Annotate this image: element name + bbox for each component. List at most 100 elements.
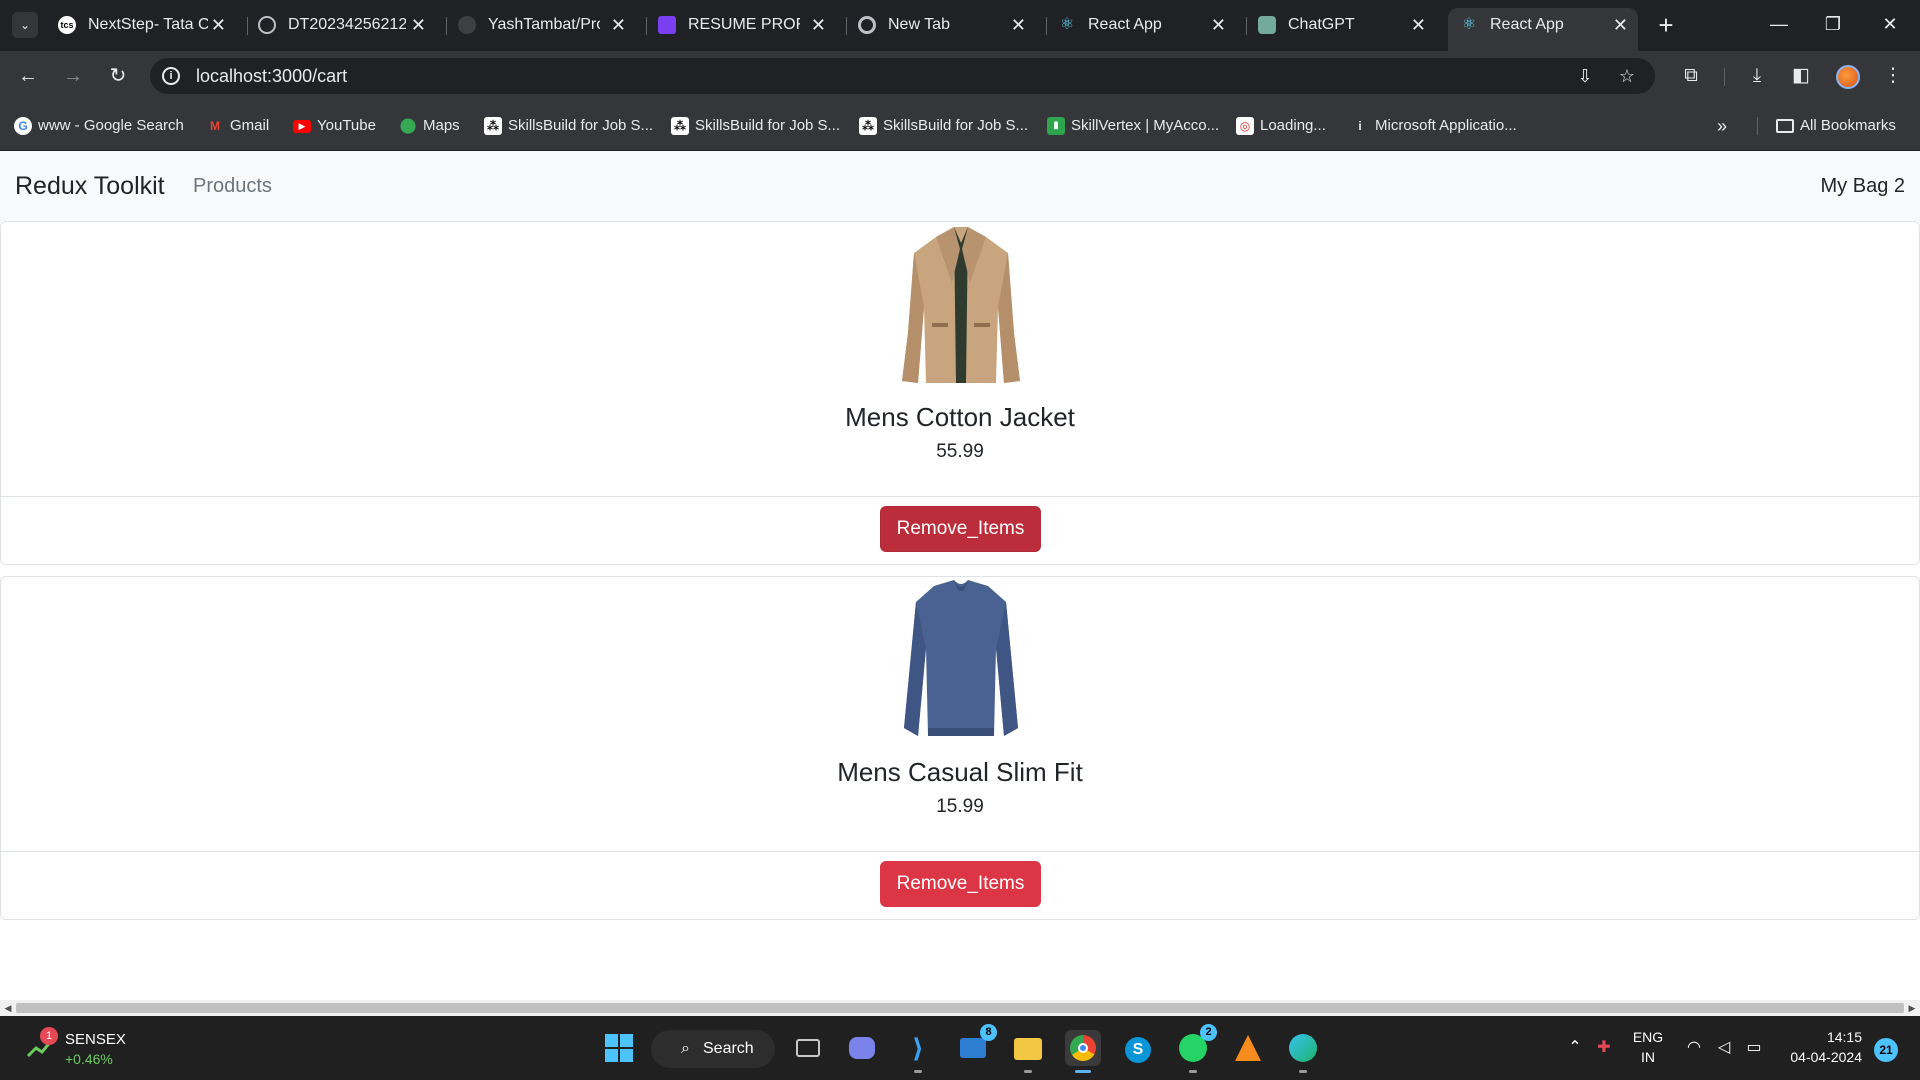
- close-tab-icon[interactable]: ✕: [211, 8, 226, 42]
- tab-chatgpt[interactable]: ChatGPT ✕: [1246, 8, 1436, 42]
- tab-title: RESUME PROFILE: [688, 16, 800, 33]
- show-hidden-icons-chevron-icon[interactable]: ⌃: [1564, 1037, 1586, 1059]
- youtube-icon: ▶: [293, 120, 311, 133]
- download-icon[interactable]: ⤓: [1742, 61, 1772, 91]
- product-title: Mens Cotton Jacket: [845, 402, 1075, 432]
- tab-resume[interactable]: RESUME PROFILE ✕: [646, 8, 836, 42]
- clock-date: 04-04-2024: [1790, 1049, 1862, 1065]
- bookmark-label: Gmail: [230, 117, 270, 134]
- resume-icon: [658, 16, 676, 34]
- horizontal-scrollbar[interactable]: ◀ ▶: [0, 1000, 1920, 1016]
- mail-icon[interactable]: 8: [955, 1024, 997, 1066]
- close-tab-icon[interactable]: ✕: [1011, 8, 1026, 42]
- close-tab-icon[interactable]: ✕: [411, 8, 426, 42]
- skype-icon[interactable]: S: [1120, 1030, 1156, 1066]
- bookmark-microsoft[interactable]: i Microsoft Applicatio...: [1351, 101, 1516, 151]
- google-icon: G: [14, 117, 32, 135]
- bookmark-google-search[interactable]: G www - Google Search: [14, 101, 184, 151]
- profile-avatar[interactable]: [1836, 65, 1860, 89]
- vscode-icon[interactable]: ⟩: [900, 1030, 936, 1073]
- product-title: Mens Casual Slim Fit: [837, 757, 1083, 787]
- tab-github[interactable]: YashTambat/Proc ✕: [446, 8, 636, 42]
- forward-arrow-icon[interactable]: →: [58, 61, 88, 91]
- tab-react-app[interactable]: ⚛ React App ✕: [1046, 8, 1236, 42]
- widget-badge: 1: [40, 1027, 58, 1045]
- all-bookmarks-button[interactable]: All Bookmarks: [1776, 101, 1896, 151]
- app-navbar: Redux Toolkit Products My Bag 2: [0, 151, 1920, 221]
- tab-react-app-active[interactable]: ⚛ React App ✕: [1448, 8, 1638, 51]
- bookmark-loading[interactable]: ◎ Loading...: [1236, 101, 1326, 151]
- bookmark-gmail[interactable]: M Gmail: [206, 101, 269, 151]
- chrome-taskbar-icon[interactable]: [1065, 1030, 1101, 1073]
- side-panel-icon[interactable]: ◧: [1786, 61, 1816, 91]
- address-bar[interactable]: i localhost:3000/cart ⇩ ☆: [150, 58, 1655, 94]
- close-window-icon[interactable]: ✕: [1866, 8, 1914, 40]
- install-app-icon[interactable]: ⇩: [1574, 65, 1596, 87]
- bookmark-skillsbuild-1[interactable]: ⁂ SkillsBuild for Job S...: [484, 101, 653, 151]
- security-tray-icon[interactable]: ✚: [1593, 1037, 1615, 1059]
- site-info-icon[interactable]: i: [162, 67, 180, 85]
- back-arrow-icon[interactable]: ←: [13, 61, 43, 91]
- volume-icon[interactable]: ◁: [1713, 1037, 1735, 1059]
- task-view-icon[interactable]: [790, 1030, 826, 1066]
- extensions-puzzle-icon[interactable]: ⧉: [1676, 61, 1706, 91]
- remove-items-button[interactable]: Remove_Items: [880, 861, 1041, 907]
- close-tab-icon[interactable]: ✕: [811, 8, 826, 42]
- widget-title[interactable]: SENSEX: [65, 1031, 126, 1048]
- whatsapp-icon[interactable]: 2: [1175, 1024, 1217, 1073]
- new-tab-plus-icon[interactable]: +: [1651, 10, 1681, 40]
- teams-chat-icon[interactable]: [844, 1030, 880, 1066]
- tab-nextstep[interactable]: tcs NextStep- Tata C ✕: [46, 8, 236, 42]
- navbar-brand[interactable]: Redux Toolkit: [15, 151, 165, 221]
- remove-items-button[interactable]: Remove_Items: [880, 506, 1041, 552]
- bookmark-star-icon[interactable]: ☆: [1616, 65, 1638, 87]
- toolbar-separator: [1724, 68, 1725, 86]
- vlc-icon[interactable]: [1230, 1030, 1266, 1066]
- products-nav-link[interactable]: Products: [193, 151, 272, 221]
- taskbar-search[interactable]: ⌕ Search: [651, 1030, 775, 1068]
- file-explorer-icon[interactable]: [1010, 1030, 1046, 1073]
- tab-new-tab[interactable]: New Tab ✕: [846, 8, 1036, 42]
- url-text[interactable]: localhost:3000/cart: [196, 58, 347, 94]
- web-page: Redux Toolkit Products My Bag 2 Mens Cot…: [0, 151, 1920, 1016]
- notification-badge[interactable]: 21: [1874, 1038, 1898, 1062]
- bookmark-skillsbuild-3[interactable]: ⁂ SkillsBuild for Job S...: [859, 101, 1028, 151]
- tab-strip: ⌄ tcs NextStep- Tata C ✕ DT20234256212..…: [0, 0, 1920, 51]
- bookmark-skillvertex[interactable]: ▮ SkillVertex | MyAcco...: [1047, 101, 1219, 151]
- bookmark-youtube[interactable]: ▶ YouTube: [293, 101, 376, 151]
- skillsbuild-icon: ⁂: [484, 117, 502, 135]
- my-bag-link[interactable]: My Bag 2: [1821, 151, 1905, 221]
- maps-pin-icon: ⬤: [399, 117, 417, 134]
- scroll-left-arrow-icon[interactable]: ◀: [0, 1000, 16, 1016]
- close-tab-icon[interactable]: ✕: [1411, 8, 1426, 42]
- battery-icon[interactable]: ▭: [1743, 1037, 1765, 1059]
- tab-dt[interactable]: DT20234256212... ✕: [246, 8, 436, 42]
- windows-start-icon[interactable]: [601, 1030, 637, 1066]
- card-footer: Remove_Items: [1, 851, 1919, 919]
- bookmark-maps[interactable]: ⬤ Maps: [399, 101, 460, 151]
- tab-title: ChatGPT: [1288, 16, 1355, 33]
- language-indicator[interactable]: ENG IN: [1626, 1016, 1670, 1080]
- close-tab-icon[interactable]: ✕: [611, 8, 626, 42]
- product-price: 55.99: [936, 441, 984, 462]
- tab-title: New Tab: [888, 16, 950, 33]
- reload-icon[interactable]: ↻: [103, 61, 133, 91]
- close-tab-icon[interactable]: ✕: [1211, 8, 1226, 42]
- clock[interactable]: 14:15 04-04-2024: [1776, 1016, 1862, 1080]
- more-bookmarks-chevron-icon[interactable]: »: [1717, 101, 1727, 151]
- lang-top: ENG: [1632, 1029, 1664, 1045]
- bookmark-skillsbuild-2[interactable]: ⁂ SkillsBuild for Job S...: [671, 101, 840, 151]
- edge-icon[interactable]: [1285, 1030, 1321, 1073]
- restore-icon[interactable]: ❐: [1809, 8, 1857, 40]
- github-icon: [458, 16, 476, 34]
- search-label: Search: [703, 1040, 754, 1057]
- minimize-icon[interactable]: —: [1755, 8, 1803, 40]
- shirt-image: [904, 580, 1018, 736]
- menu-kebab-icon[interactable]: ⋮: [1878, 61, 1908, 91]
- wifi-icon[interactable]: ◠: [1683, 1037, 1705, 1059]
- react-icon: ⚛: [1059, 16, 1075, 33]
- tab-search-chevron-icon[interactable]: ⌄: [12, 12, 38, 38]
- scrollbar-thumb[interactable]: [16, 1003, 1904, 1013]
- scroll-right-arrow-icon[interactable]: ▶: [1904, 1000, 1920, 1016]
- close-tab-icon[interactable]: ✕: [1613, 8, 1628, 42]
